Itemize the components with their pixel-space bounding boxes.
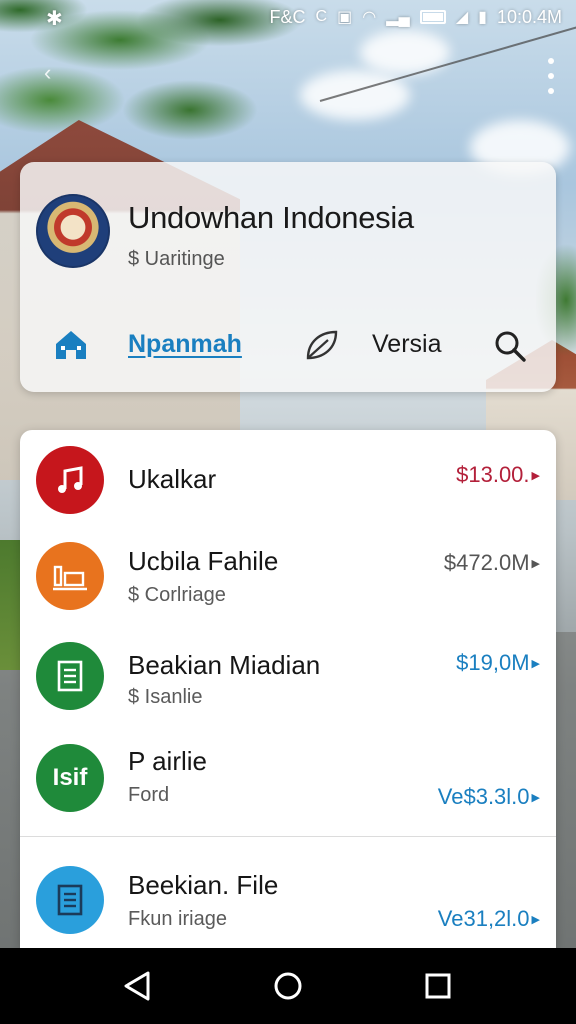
chevron-right-icon: ▶	[531, 657, 540, 670]
battery-icon	[419, 10, 446, 24]
document-icon	[36, 642, 104, 710]
clock-text: 10:0.4M	[496, 6, 562, 27]
transactions-list: Ukalkar $13.00. ▶ Ucbila Fahile $ Corlria…	[20, 430, 556, 950]
header-card: Undowhan Indonesia $ Uaritinge Npanmah V…	[20, 162, 556, 392]
status-bar: ✱ F&C C ▣ ◠ ▂▄ ◢ ▮ 10:0.4M	[0, 0, 576, 34]
chevron-left-icon[interactable]: ‹	[44, 60, 51, 86]
item-title: Beakian Miadian	[128, 650, 321, 680]
emblem-icon	[36, 194, 110, 268]
isif-icon: Isif	[36, 744, 104, 812]
sync-icon: C	[315, 8, 328, 25]
home-icon[interactable]	[52, 326, 90, 364]
item-amount: $472.0M ▶	[443, 550, 540, 575]
app-title: Undowhan Indonesia	[128, 200, 414, 235]
list-item[interactable]: Ukalkar $13.00. ▶	[20, 430, 556, 530]
divider	[20, 836, 556, 837]
item-subtitle: Fkun iriage	[128, 908, 227, 930]
item-title: P airlie	[128, 746, 208, 776]
signal-icon: ▂▄	[386, 9, 410, 26]
item-title: Beekian. File	[128, 870, 279, 900]
recents-square-icon[interactable]	[420, 968, 456, 1004]
carrier-text: F&C	[269, 6, 306, 27]
list-item[interactable]: Ucbila Fahile $ Corlriage $472.0M ▶	[20, 530, 556, 630]
list-item[interactable]: Isif P airlie Ford Ve$3.3l.0 ▶	[20, 730, 556, 830]
square-icon: ▣	[337, 9, 353, 26]
item-title: Ukalkar	[128, 464, 217, 494]
back-triangle-icon[interactable]	[120, 968, 156, 1004]
item-amount: $19,0M ▶	[456, 650, 540, 675]
search-icon[interactable]	[492, 328, 528, 364]
chevron-right-icon: ▶	[531, 791, 540, 804]
item-amount: Ve$3.3l.0 ▶	[437, 784, 540, 809]
signal-icon: ◢	[455, 9, 469, 26]
battery-icon: ▮	[478, 9, 487, 26]
list-item[interactable]: Beakian Miadian $ Isanlie $19,0M ▶	[20, 630, 556, 730]
chevron-right-icon: ▶	[531, 557, 540, 570]
leaf-icon[interactable]	[302, 326, 340, 364]
tab-npanmah[interactable]: Npanmah	[128, 330, 242, 359]
kebab-menu-icon[interactable]	[546, 58, 556, 94]
gear-icon: ✱	[46, 8, 63, 30]
chevron-right-icon: ▶	[531, 913, 540, 926]
nav-row: Npanmah Versia	[20, 320, 556, 370]
wifi-icon: ◠	[362, 9, 377, 26]
item-subtitle: $ Corlriage	[128, 584, 226, 606]
chevron-right-icon: ▶	[531, 469, 540, 482]
tab-versia[interactable]: Versia	[372, 330, 441, 359]
item-title: Ucbila Fahile	[128, 546, 279, 576]
item-amount: Ve31,2l.0 ▶	[437, 906, 540, 931]
item-amount: $13.00. ▶	[456, 462, 540, 487]
list-item[interactable]: Beekian. File Fkun iriage Ve31,2l.0 ▶	[20, 846, 556, 946]
item-subtitle: $ Isanlie	[128, 686, 203, 708]
system-nav-bar	[0, 948, 576, 1024]
building-icon	[36, 542, 104, 610]
music-note-icon	[36, 446, 104, 514]
home-circle-icon[interactable]	[270, 968, 306, 1004]
item-subtitle: Ford	[128, 784, 170, 806]
app-subtitle: $ Uaritinge	[128, 248, 225, 270]
document-icon	[36, 866, 104, 934]
